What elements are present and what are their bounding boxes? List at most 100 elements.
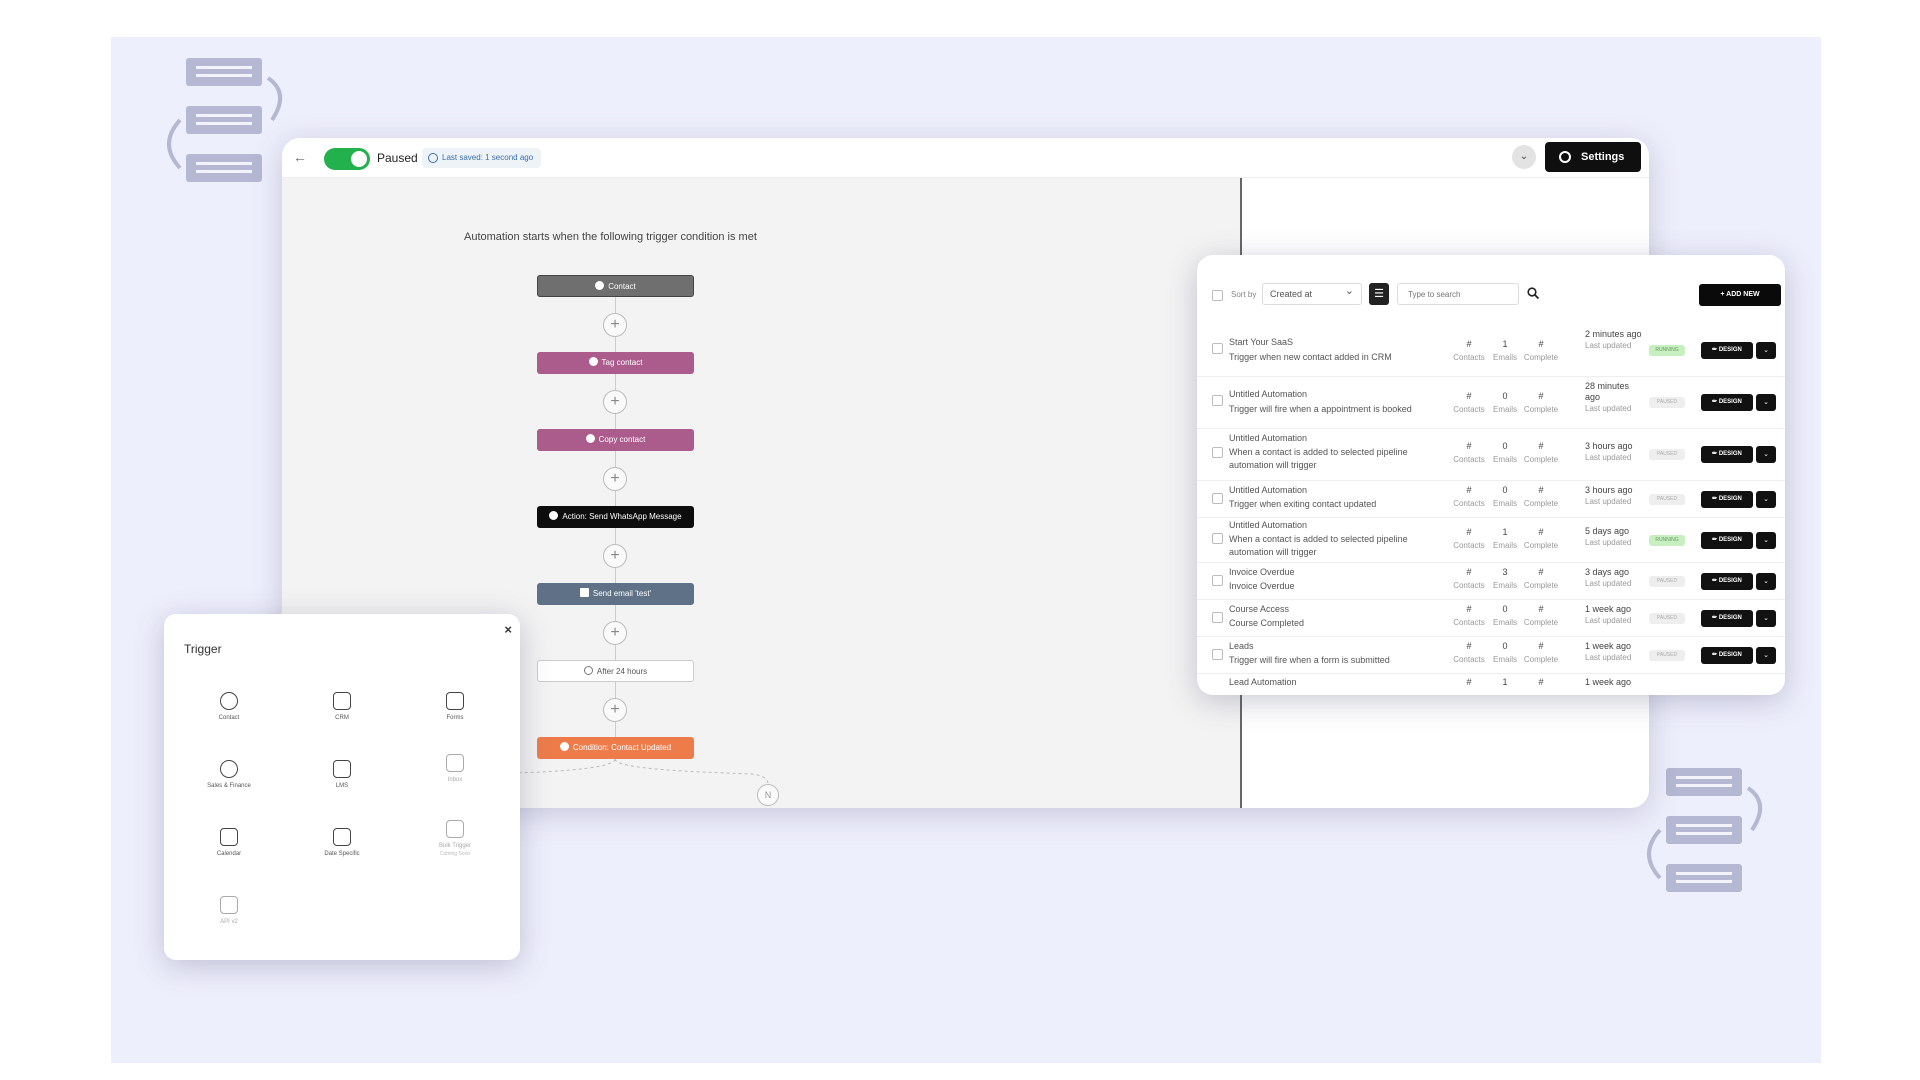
chevron-down-icon[interactable]: ⌄ bbox=[1756, 573, 1776, 590]
chevron-down-icon[interactable]: ⌄ bbox=[1512, 145, 1536, 169]
close-icon[interactable]: × bbox=[504, 622, 512, 637]
updated-value: 2 minutes ago bbox=[1585, 329, 1642, 339]
stat-value: # bbox=[1466, 441, 1472, 451]
updated-key: Last updated bbox=[1585, 453, 1632, 462]
design-button[interactable]: ✏ DESIGN bbox=[1701, 573, 1753, 590]
status-badge: PAUSED bbox=[1649, 650, 1685, 661]
row-checkbox[interactable] bbox=[1212, 649, 1223, 660]
row-checkbox[interactable] bbox=[1212, 493, 1223, 504]
node-label: Action: Send WhatsApp Message bbox=[562, 512, 682, 521]
node-contact[interactable]: Contact bbox=[537, 275, 694, 297]
node-wait[interactable]: After 24 hours bbox=[537, 660, 694, 682]
search-input[interactable] bbox=[1397, 283, 1519, 305]
chevron-down-icon[interactable]: ⌄ bbox=[1756, 394, 1776, 411]
sort-by-label: Sort by bbox=[1231, 290, 1257, 299]
back-arrow-icon[interactable]: ← bbox=[290, 147, 310, 167]
design-button[interactable]: ✏ DESIGN bbox=[1701, 532, 1753, 549]
add-step-button[interactable]: + bbox=[603, 313, 627, 337]
lms-icon bbox=[333, 760, 351, 778]
sort-select[interactable]: Created at bbox=[1262, 281, 1362, 305]
table-row[interactable]: Lead Automation # 1 # 1 week ago bbox=[1197, 674, 1785, 695]
stat-key: Complete bbox=[1523, 618, 1559, 627]
row-description: Invoice Overdue bbox=[1229, 581, 1295, 591]
date-icon bbox=[333, 828, 351, 846]
last-saved-pill: Last saved: 1 second ago bbox=[422, 148, 542, 168]
chevron-down-icon[interactable]: ⌄ bbox=[1756, 446, 1776, 463]
node-whatsapp[interactable]: Action: Send WhatsApp Message bbox=[537, 506, 694, 528]
add-step-button[interactable]: + bbox=[603, 621, 627, 645]
row-title: Course Access bbox=[1229, 604, 1290, 614]
select-all-checkbox[interactable] bbox=[1212, 290, 1223, 301]
trigger-sales-finance[interactable]: Sales & Finance bbox=[184, 760, 274, 812]
design-button[interactable]: ✏ DESIGN bbox=[1701, 491, 1753, 508]
last-updated: 3 hours ago Last updated bbox=[1585, 441, 1645, 463]
last-updated: 1 week ago Last updated bbox=[1585, 641, 1645, 663]
row-checkbox[interactable] bbox=[1212, 395, 1223, 406]
editor-toolbar: ← Paused Last saved: 1 second ago ⌄ Sett… bbox=[282, 138, 1649, 178]
money-icon bbox=[220, 760, 238, 778]
trigger-date-specific[interactable]: Date Specific bbox=[297, 828, 387, 880]
row-checkbox[interactable] bbox=[1212, 447, 1223, 458]
emails-stat: 1 Emails bbox=[1487, 339, 1523, 362]
inbox-icon bbox=[446, 754, 464, 772]
design-button[interactable]: ✏ DESIGN bbox=[1701, 394, 1753, 411]
node-send-email[interactable]: Send email 'test' bbox=[537, 583, 694, 605]
design-button[interactable]: ✏ DESIGN bbox=[1701, 647, 1753, 664]
add-step-button[interactable]: + bbox=[603, 467, 627, 491]
trigger-lms[interactable]: LMS bbox=[297, 760, 387, 812]
row-checkbox[interactable] bbox=[1212, 343, 1223, 354]
chevron-down-icon[interactable]: ⌄ bbox=[1756, 610, 1776, 627]
status-toggle[interactable] bbox=[324, 148, 370, 170]
emails-stat: 0 Emails bbox=[1487, 604, 1523, 627]
complete-stat: # bbox=[1523, 677, 1559, 687]
trigger-forms[interactable]: Forms bbox=[410, 692, 500, 744]
row-checkbox[interactable] bbox=[1212, 533, 1223, 544]
table-row[interactable]: Leads Trigger will fire when a form is s… bbox=[1197, 637, 1785, 674]
row-checkbox[interactable] bbox=[1212, 575, 1223, 586]
add-step-button[interactable]: + bbox=[603, 698, 627, 722]
design-button[interactable]: ✏ DESIGN bbox=[1701, 342, 1753, 359]
trigger-inbox[interactable]: Inbox bbox=[410, 754, 500, 806]
design-button[interactable]: ✏ DESIGN bbox=[1701, 446, 1753, 463]
chevron-down-icon[interactable]: ⌄ bbox=[1756, 491, 1776, 508]
chevron-down-icon[interactable]: ⌄ bbox=[1756, 532, 1776, 549]
updated-key: Last updated bbox=[1585, 653, 1632, 662]
plus-circle-icon bbox=[595, 281, 605, 290]
chevron-down-icon[interactable]: ⌄ bbox=[1756, 647, 1776, 664]
table-row[interactable]: Course Access Course Completed # Contacts… bbox=[1197, 600, 1785, 637]
node-copy-contact[interactable]: Copy contact bbox=[537, 429, 694, 451]
updated-key: Last updated bbox=[1585, 579, 1632, 588]
trigger-api[interactable]: API v2 bbox=[184, 896, 274, 948]
add-step-button[interactable]: + bbox=[603, 390, 627, 414]
node-label: Contact bbox=[608, 282, 636, 291]
node-tag-contact[interactable]: Tag contact bbox=[537, 352, 694, 374]
node-condition[interactable]: Condition: Contact Updated bbox=[537, 737, 694, 759]
trigger-contact[interactable]: Contact bbox=[184, 692, 274, 744]
trigger-crm[interactable]: CRM bbox=[297, 692, 387, 744]
stat-key: Emails bbox=[1492, 618, 1517, 627]
complete-stat: # Complete bbox=[1523, 567, 1559, 590]
add-step-button[interactable]: + bbox=[603, 544, 627, 568]
table-row[interactable]: Untitled Automation When a contact is ad… bbox=[1197, 429, 1785, 481]
table-row[interactable]: Untitled Automation Trigger will fire wh… bbox=[1197, 377, 1785, 429]
person-icon bbox=[588, 357, 598, 366]
table-row[interactable]: Invoice Overdue Invoice Overdue # Contact… bbox=[1197, 563, 1785, 600]
stat-key: Emails bbox=[1492, 353, 1517, 362]
table-row[interactable]: Untitled Automation Trigger when exiting… bbox=[1197, 481, 1785, 518]
list-view-icon[interactable]: ☰ bbox=[1369, 283, 1389, 305]
row-description: Course Completed bbox=[1229, 618, 1305, 628]
chevron-down-icon[interactable]: ⌄ bbox=[1756, 342, 1776, 359]
stat-key: Emails bbox=[1492, 655, 1517, 664]
search-icon[interactable] bbox=[1527, 287, 1539, 299]
settings-button[interactable]: Settings bbox=[1545, 142, 1641, 172]
table-row[interactable]: Untitled Automation When a contact is ad… bbox=[1197, 518, 1785, 563]
design-button[interactable]: ✏ DESIGN bbox=[1701, 610, 1753, 627]
add-new-button[interactable]: + ADD NEW bbox=[1699, 284, 1781, 306]
stat-key: Complete bbox=[1523, 655, 1559, 664]
updated-key: Last updated bbox=[1585, 616, 1632, 625]
table-row[interactable]: Start Your SaaS Trigger when new contact… bbox=[1197, 325, 1785, 377]
trigger-calendar[interactable]: Calendar bbox=[184, 828, 274, 880]
updated-value: 1 week ago bbox=[1585, 641, 1632, 651]
row-checkbox[interactable] bbox=[1212, 612, 1223, 623]
last-updated: 5 days ago Last updated bbox=[1585, 526, 1645, 548]
